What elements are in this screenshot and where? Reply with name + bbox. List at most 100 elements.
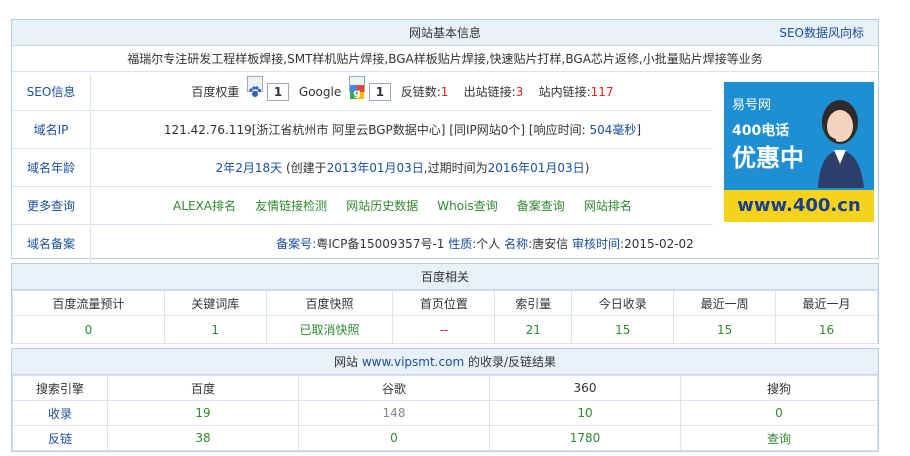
expire-date: 2016年01月03日 <box>487 161 585 175</box>
val-home-position: -- <box>392 315 496 344</box>
more-queries-label: 更多查询 <box>12 188 91 224</box>
domain-age-label: 域名年龄 <box>12 150 91 186</box>
val-baidu-traffic: 0 <box>12 315 165 344</box>
inlinks-value[interactable]: 117 <box>591 85 614 99</box>
val-keywords[interactable]: 1 <box>163 315 267 344</box>
index-header-row: 搜索引擎 百度 谷歌 360 搜狗 <box>12 375 878 401</box>
icp-name-value: 唐安信 <box>532 237 569 251</box>
site-info-title: 网站基本信息 <box>408 26 481 40</box>
seo-info-link[interactable]: SEO信息 <box>27 85 76 99</box>
val-index-count[interactable]: 21 <box>494 315 573 344</box>
index-header: 网站 www.vipsmt.com 的收录/反链结果 <box>12 349 878 375</box>
icp-nature-label: 性质: <box>448 237 477 251</box>
th-last-month: 最近一月 <box>775 290 878 316</box>
baidu-weight-value[interactable]: 1 <box>267 83 290 101</box>
same-ip-sites[interactable]: [同IP网站0个] <box>449 123 525 137</box>
cutoff-top-strip <box>0 0 910 8</box>
alexa-rank-link[interactable]: ALEXA排名 <box>173 199 236 213</box>
backlinks-google[interactable]: 0 <box>298 425 490 451</box>
created-date: 2013年01月03日 <box>326 161 424 175</box>
expire-label: ,过期时间为 <box>423 161 488 175</box>
domain-age-row: 域名年龄 2年2月18天 (创建于2013年01月03日,过期时间为2016年0… <box>12 150 713 187</box>
ip-address: 121.42.76.119 <box>163 123 252 137</box>
baidu-header: 百度相关 <box>12 264 878 290</box>
icp-date-label: 审核时间: <box>572 237 625 251</box>
backlinks-sogou-query[interactable]: 查询 <box>680 425 878 451</box>
seo-info-label[interactable]: SEO信息 <box>12 74 91 110</box>
backlinks-360[interactable]: 1780 <box>489 425 681 451</box>
svg-text:g: g <box>353 88 360 99</box>
th-keywords: 关键词库 <box>163 290 267 316</box>
val-snapshot[interactable]: 已取消快照 <box>265 315 394 344</box>
seo-info-row: SEO信息 百度权重 1 Google g 1 反链数:1 出站链接:3 站内链… <box>12 74 713 111</box>
index-domain-link[interactable]: www.vipsmt.com <box>362 355 464 369</box>
th-baidu-traffic: 百度流量预计 <box>12 290 165 316</box>
indexed-google[interactable]: 148 <box>298 400 490 426</box>
google-g-icon: g <box>349 76 366 99</box>
index-row-indexed: 收录 19 148 10 0 <box>12 400 878 426</box>
row-label-backlinks: 反链 <box>12 425 108 451</box>
backlinks-baidu[interactable]: 38 <box>107 425 299 451</box>
ad-brand: 易号网 <box>732 98 772 113</box>
ip-location: [浙江省杭州市 阿里云BGP数据中心] <box>251 123 446 137</box>
th-sogou: 搜狗 <box>680 375 878 401</box>
outlinks-label: 出站链接: <box>463 85 516 99</box>
baidu-paw-icon <box>247 76 264 97</box>
site-info-header: 网站基本信息 SEO数据风向标 <box>12 20 878 46</box>
icp-query-link[interactable]: 备案查询 <box>517 199 565 213</box>
backlinks-label: 反链数: <box>400 85 441 99</box>
indexed-baidu[interactable]: 19 <box>107 400 299 426</box>
site-history-link[interactable]: 网站历史数据 <box>346 199 418 213</box>
domain-ip-row: 域名IP 121.42.76.119[浙江省杭州市 阿里云BGP数据中心] [同… <box>12 112 713 149</box>
backlinks-value[interactable]: 1 <box>441 85 449 99</box>
th-google: 谷歌 <box>298 375 490 401</box>
index-table: 搜索引擎 百度 谷歌 360 搜狗 收录 19 148 10 0 反链 38 0… <box>12 375 878 451</box>
response-time-label: [响应时间: <box>528 123 586 137</box>
baidu-value-row: 0 1 已取消快照 -- 21 15 15 16 <box>12 315 878 344</box>
th-today-indexed: 今日收录 <box>571 290 675 316</box>
baidu-weight-label: 百度权重 <box>191 85 240 99</box>
icp-row: 域名备案 备案号:粤ICP备15009357号-1 性质:个人 名称:唐安信 审… <box>12 226 878 263</box>
baidu-panel: 百度相关 百度流量预计 关键词库 百度快照 首页位置 索引量 今日收录 最近一周… <box>11 263 879 344</box>
icp-name-label: 名称: <box>504 237 533 251</box>
index-title-suffix: 的收录/反链结果 <box>467 355 557 369</box>
icp-date-value: 2015-02-02 <box>624 237 694 251</box>
indexed-360[interactable]: 10 <box>489 400 681 426</box>
site-rank-link[interactable]: 网站排名 <box>584 199 632 213</box>
indexed-sogou[interactable]: 0 <box>680 400 878 426</box>
more-queries-links: ALEXA排名 友情链接检测 网站历史数据 Whois查询 备案查询 网站排名 <box>92 188 713 224</box>
more-queries-row: 更多查询 ALEXA排名 友情链接检测 网站历史数据 Whois查询 备案查询 … <box>12 188 713 225</box>
baidu-header-row: 百度流量预计 关键词库 百度快照 首页位置 索引量 今日收录 最近一周 最近一月 <box>12 290 878 316</box>
th-snapshot: 百度快照 <box>265 290 394 316</box>
ad-banner-400[interactable]: 易号网 400电话 优惠中 www.400.cn <box>724 82 874 222</box>
created-label: (创建于 <box>285 161 327 175</box>
domain-age-values: 2年2月18天 (创建于2013年01月03日,过期时间为2016年01月03日… <box>92 150 713 186</box>
val-last-week[interactable]: 15 <box>673 315 777 344</box>
friend-link-check-link[interactable]: 友情链接检测 <box>255 199 327 213</box>
domain-ip-label: 域名IP <box>12 112 91 148</box>
ad-url: www.400.cn <box>724 190 874 222</box>
whois-link[interactable]: Whois查询 <box>437 199 497 213</box>
th-home-position: 首页位置 <box>392 290 496 316</box>
seo-trend-link[interactable]: SEO数据风向标 <box>779 20 864 46</box>
domain-age-value: 2年2月18天 <box>215 161 283 175</box>
val-last-month[interactable]: 16 <box>775 315 878 344</box>
outlinks-value[interactable]: 3 <box>516 85 524 99</box>
index-title-prefix: 网站 <box>333 355 358 369</box>
row-label-indexed: 收录 <box>12 400 108 426</box>
site-description: 福瑞尔专注研发工程样板焊接,SMT样机贴片焊接,BGA样板贴片焊接,快速贴片打样… <box>12 46 878 72</box>
ad-person-image <box>818 100 864 188</box>
index-panel: 网站 www.vipsmt.com 的收录/反链结果 搜索引擎 百度 谷歌 36… <box>11 348 879 452</box>
ad-line1: 400电话 <box>732 123 790 139</box>
th-search-engine: 搜索引擎 <box>12 375 108 401</box>
ad-line2: 优惠中 <box>732 144 804 172</box>
google-pr-value[interactable]: 1 <box>368 83 391 101</box>
site-info-panel: 网站基本信息 SEO数据风向标 福瑞尔专注研发工程样板焊接,SMT样机贴片焊接,… <box>11 19 879 263</box>
baidu-table: 百度流量预计 关键词库 百度快照 首页位置 索引量 今日收录 最近一周 最近一月… <box>12 290 878 344</box>
icp-no-label: 备案号: <box>276 237 317 251</box>
response-time-value: 504毫秒 <box>589 123 637 137</box>
val-today-indexed[interactable]: 15 <box>571 315 675 344</box>
index-row-backlinks: 反链 38 0 1780 查询 <box>12 425 878 451</box>
response-time-end: ] <box>636 123 642 137</box>
th-index-count: 索引量 <box>494 290 573 316</box>
